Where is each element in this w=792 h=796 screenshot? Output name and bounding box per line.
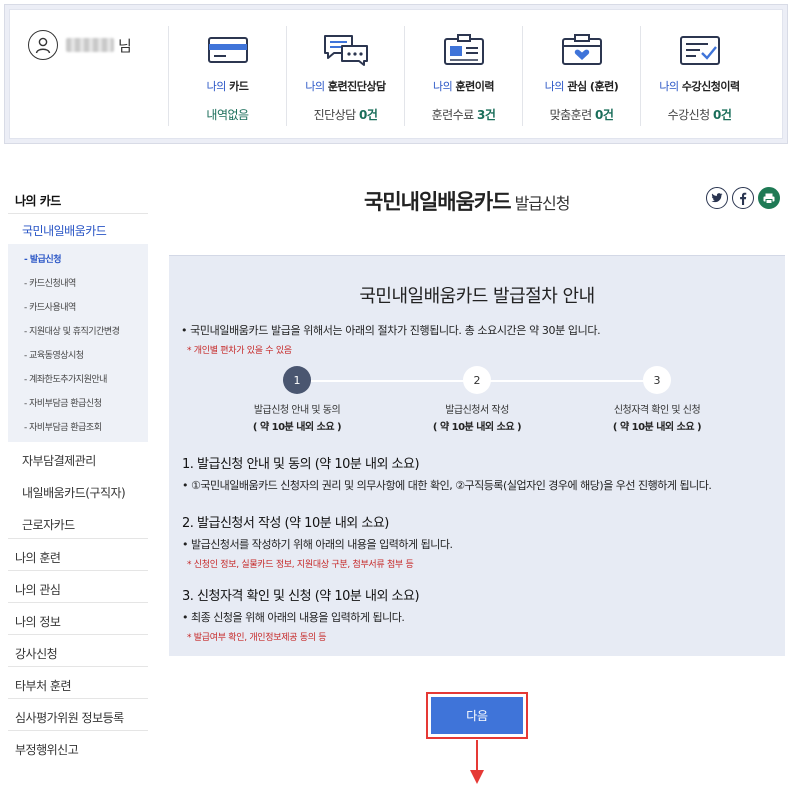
- summary-label: 나의 훈련이력: [432, 80, 495, 93]
- section-note: * 발급여부 확인, 개인정보제공 동의 등: [187, 633, 327, 643]
- card-icon: [206, 32, 250, 68]
- summary-value: 내역없음: [206, 108, 249, 122]
- lnb-self-payment[interactable]: 자부담결제관리: [8, 442, 148, 474]
- guide-section-3: 3. 신청자격 확인 및 신청 (약 10분 내외 소요) • 최종 신청을 위…: [182, 585, 420, 643]
- lnb-leaf-limit-support[interactable]: - 계좌한도추가지원안내: [8, 366, 148, 390]
- lnb-jobseeker-card[interactable]: 내일배움카드(구직자): [8, 474, 148, 506]
- guide-section-2: 2. 발급신청서 작성 (약 10분 내외 소요) • 발급신청서를 작성하기 …: [182, 512, 453, 570]
- step-1: 1 발급신청 안내 및 동의 ( 약 10분 내외 소요 ): [227, 366, 367, 433]
- lnb-my-card[interactable]: 나의 카드: [8, 182, 148, 214]
- guide-title: 국민내일배움카드 발급절차 안내: [359, 286, 595, 307]
- lnb-reviewer-register[interactable]: 심사평가위원 정보등록: [8, 698, 148, 730]
- id-card-icon: [442, 32, 486, 68]
- left-navigation: 나의 카드 국민내일배움카드 - 발급신청 - 카드신청내역 - 카드사용내역 …: [8, 182, 148, 762]
- summary-label: 나의 수강신청이력: [659, 80, 740, 93]
- my-summary-inner: 님 나의 카드 내역없음 나의 훈련진단상담 진단상담 0건 나의 훈련이력 훈…: [9, 9, 783, 139]
- check-form-icon: [678, 32, 722, 68]
- lnb-instructor-apply[interactable]: 강사신청: [8, 634, 148, 666]
- share-buttons: [706, 187, 780, 209]
- user-name-masked: [66, 38, 114, 52]
- summary-value: 훈련수료 3건: [431, 108, 496, 122]
- step-name: 신청자격 확인 및 신청: [613, 405, 701, 416]
- lnb-leaf-card-requests[interactable]: - 카드신청내역: [8, 270, 148, 294]
- section-title: 1. 발급신청 안내 및 동의 (약 10분 내외 소요): [182, 457, 420, 472]
- lnb-other-ministry[interactable]: 타부처 훈련: [8, 666, 148, 698]
- twitter-icon[interactable]: [706, 187, 728, 209]
- chat-icon: [322, 32, 370, 68]
- summary-label: 나의 카드: [206, 80, 249, 93]
- step-name: 발급신청서 작성: [445, 405, 509, 416]
- process-steps: 1 발급신청 안내 및 동의 ( 약 10분 내외 소요 ) 2 발급신청서 작…: [169, 366, 785, 436]
- lnb-national-card[interactable]: 국민내일배움카드: [8, 214, 148, 244]
- section-title: 2. 발급신청서 작성 (약 10분 내외 소요): [182, 516, 389, 531]
- page-title-sub: 발급신청: [514, 194, 571, 213]
- lnb-worker-card[interactable]: 근로자카드: [8, 506, 148, 538]
- print-icon[interactable]: [758, 187, 780, 209]
- summary-value: 수강신청 0건: [667, 108, 732, 122]
- lnb-leaf-support-change[interactable]: - 지원대상 및 휴직기간변경: [8, 318, 148, 342]
- step-3: 3 신청자격 확인 및 신청 ( 약 10분 내외 소요 ): [587, 366, 727, 433]
- user-info: 님: [28, 30, 132, 60]
- facebook-icon[interactable]: [732, 187, 754, 209]
- summary-enrollment-history[interactable]: 나의 수강신청이력 수강신청 0건: [640, 26, 758, 126]
- step-time: ( 약 10분 내외 소요 ): [252, 422, 342, 433]
- step-name: 발급신청 안내 및 동의: [253, 405, 341, 416]
- step-time: ( 약 10분 내외 소요 ): [612, 422, 702, 433]
- summary-value: 진단상담 0건: [313, 108, 378, 122]
- lnb-leaf-card-usage[interactable]: - 카드사용내역: [8, 294, 148, 318]
- summary-items: 나의 카드 내역없음 나의 훈련진단상담 진단상담 0건 나의 훈련이력 훈련수…: [168, 26, 758, 126]
- step-number: 1: [283, 366, 311, 394]
- guide-intro: • 국민내일배움카드 발급을 위해서는 아래의 절차가 진행됩니다. 총 소요시…: [181, 324, 601, 337]
- next-button[interactable]: 다음: [431, 697, 523, 734]
- step-time: ( 약 10분 내외 소요 ): [432, 422, 522, 433]
- summary-my-card[interactable]: 나의 카드 내역없음: [168, 26, 286, 126]
- section-desc: • 발급신청서를 작성하기 위해 아래의 내용을 입력하게 됩니다.: [182, 538, 453, 551]
- step-number: 3: [643, 366, 671, 394]
- step-number: 2: [463, 366, 491, 394]
- guide-section-1: 1. 발급신청 안내 및 동의 (약 10분 내외 소요) • ①국민내일배움카…: [182, 453, 712, 493]
- page-title-main: 국민내일배움카드: [364, 190, 512, 214]
- my-summary-panel: 님 나의 카드 내역없음 나의 훈련진단상담 진단상담 0건 나의 훈련이력 훈…: [4, 4, 788, 144]
- summary-label: 나의 관심 (훈련): [544, 80, 619, 93]
- lnb-my-interest[interactable]: 나의 관심: [8, 570, 148, 602]
- summary-interest-training[interactable]: 나의 관심 (훈련) 맞춤훈련 0건: [522, 26, 640, 126]
- lnb-leaf-refund-query[interactable]: - 자비부담금 환급조회: [8, 414, 148, 438]
- summary-diagnosis-counsel[interactable]: 나의 훈련진단상담 진단상담 0건: [286, 26, 404, 126]
- user-avatar-icon: [28, 30, 58, 60]
- section-note: * 신청인 정보, 실물카드 정보, 지원대상 구분, 첨부서류 첨부 등: [187, 560, 414, 570]
- lnb-my-info[interactable]: 나의 정보: [8, 602, 148, 634]
- lnb-leaf-refund-apply[interactable]: - 자비부담금 환급신청: [8, 390, 148, 414]
- heart-folder-icon: [560, 32, 604, 68]
- lnb-misconduct-report[interactable]: 부정행위신고: [8, 730, 148, 762]
- summary-label: 나의 훈련진단상담: [305, 80, 386, 93]
- section-desc: • ①국민내일배움카드 신청자의 권리 및 의무사항에 대한 확인, ②구직등록…: [182, 479, 712, 492]
- section-title: 3. 신청자격 확인 및 신청 (약 10분 내외 소요): [182, 589, 420, 604]
- section-desc: • 최종 신청을 위해 아래의 내용을 입력하게 됩니다.: [182, 611, 405, 624]
- lnb-leaf-apply[interactable]: - 발급신청: [8, 246, 148, 270]
- summary-training-history[interactable]: 나의 훈련이력 훈련수료 3건: [404, 26, 522, 126]
- step-2: 2 발급신청서 작성 ( 약 10분 내외 소요 ): [407, 366, 547, 433]
- down-arrow-icon: [469, 740, 485, 790]
- lnb-card-submenu: - 발급신청 - 카드신청내역 - 카드사용내역 - 지원대상 및 휴직기간변경…: [8, 244, 148, 442]
- page-title: 국민내일배움카드 발급신청: [364, 186, 571, 216]
- summary-value: 맞춤훈련 0건: [549, 108, 614, 122]
- next-button-highlight: 다음: [426, 692, 528, 739]
- lnb-leaf-edu-video[interactable]: - 교육동영상시청: [8, 342, 148, 366]
- issuance-guide-box: 국민내일배움카드 발급절차 안내 • 국민내일배움카드 발급을 위해서는 아래의…: [169, 255, 785, 656]
- guide-note: * 개인별 편차가 있을 수 있음: [187, 346, 292, 356]
- lnb-my-training[interactable]: 나의 훈련: [8, 538, 148, 570]
- user-name-suffix: 님: [118, 36, 132, 55]
